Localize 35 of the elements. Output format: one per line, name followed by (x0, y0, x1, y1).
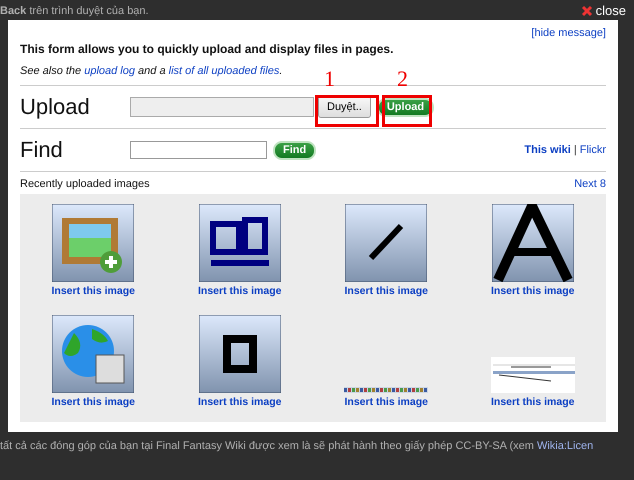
insert-image-link[interactable]: Insert this image (52, 285, 135, 297)
insert-image-link[interactable]: Insert this image (491, 285, 574, 297)
insert-image-link[interactable]: Insert this image (344, 396, 428, 408)
separator: | (574, 144, 577, 156)
insert-image-link[interactable]: Insert this image (344, 285, 428, 297)
annotation-number: 2 (397, 66, 408, 92)
source-link[interactable]: Flickr (580, 144, 606, 156)
globe-document-icon (52, 315, 134, 393)
next-link[interactable]: Next 8 (574, 178, 606, 190)
highlight-frame (382, 95, 432, 127)
insert-image-link[interactable]: Insert this image (52, 396, 135, 408)
find-heading: Find (20, 137, 64, 163)
intro-text: This form allows you to quickly upload and display files in pages. (20, 42, 394, 56)
find-field[interactable] (130, 141, 267, 159)
close-icon (580, 4, 593, 16)
link[interactable]: list of all uploaded files (168, 65, 280, 77)
see-also-text: See also the upload log and a list of all uploaded files. (20, 65, 284, 77)
browse-button[interactable]: Duyệt.. (318, 96, 371, 118)
link[interactable]: upload log (84, 65, 135, 77)
source-link[interactable]: This wiki (524, 144, 571, 156)
background-text: tất cả các đóng góp của bạn tại Final Fantasy Wiki được xem là sẽ phát hành theo giấy phép CC-BY-SA (xem Wikia:Licen (0, 440, 594, 452)
background-text: Back trên trình duyệt của bạn. (0, 5, 149, 17)
insert-image-link[interactable]: Insert this image (198, 285, 282, 297)
file-path-field[interactable] (130, 97, 314, 117)
hide-message-link[interactable]: [hide message] (531, 27, 606, 39)
picture-add-icon (52, 204, 134, 282)
highlight-frame (315, 95, 379, 127)
annotation-number: 1 (324, 66, 335, 92)
upload-heading: Upload (20, 94, 91, 120)
find-button[interactable]: Find (273, 140, 316, 160)
close-button[interactable]: close (580, 3, 626, 18)
insert-image-link[interactable]: Insert this image (198, 396, 282, 408)
insert-image-link[interactable]: Insert this image (491, 396, 574, 408)
section-title: Recently uploaded images (20, 178, 150, 190)
large-letter-icon (492, 204, 574, 282)
